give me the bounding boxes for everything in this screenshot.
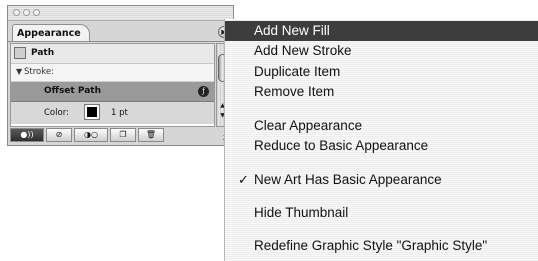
menu-item-duplicate-item[interactable]: Duplicate Item <box>225 62 538 82</box>
stroke-label: Stroke: <box>24 67 54 77</box>
disclosure-triangle-icon[interactable]: ▼ <box>16 67 22 76</box>
duplicate-item-button[interactable]: ❐ <box>110 128 136 142</box>
panel-titlebar[interactable] <box>8 6 233 21</box>
menu-item-new-art-basic-appearance[interactable]: ✓ New Art Has Basic Appearance <box>225 170 538 190</box>
clear-appearance-button[interactable]: ⊘ <box>46 128 72 142</box>
panel-toolbar: ●)) ⊘ ◑○ ❐ 🗑 <box>10 128 229 142</box>
reduce-basic-appearance-button[interactable]: ◑○ <box>74 128 108 142</box>
tab-appearance[interactable]: Appearance <box>12 24 90 42</box>
list-item-color[interactable]: Color: 1 pt <box>11 102 214 124</box>
list-item-stroke[interactable]: ▼ Stroke: <box>11 64 214 82</box>
list-item-offset-path[interactable]: Offset Path ƒ <box>11 82 214 102</box>
menu-item-clear-appearance[interactable]: Clear Appearance <box>225 116 538 136</box>
stroke-weight-value: 1 pt <box>111 108 128 118</box>
delete-item-icon: 🗑 <box>145 130 157 139</box>
appearance-flyout-menu: Add New Fill Add New Stroke Duplicate It… <box>224 19 538 261</box>
close-dot-icon[interactable] <box>13 9 20 16</box>
path-label: Path <box>31 48 55 58</box>
new-art-basic-appearance-button[interactable]: ●)) <box>10 128 44 142</box>
tab-divider <box>8 41 233 42</box>
menu-item-reduce-basic-appearance[interactable]: Reduce to Basic Appearance <box>225 136 538 156</box>
minimize-dot-icon[interactable] <box>23 9 30 16</box>
path-thumbnail-icon <box>14 47 26 59</box>
menu-item-add-new-fill[interactable]: Add New Fill <box>225 21 538 41</box>
menu-item-add-new-stroke[interactable]: Add New Stroke <box>225 41 538 61</box>
menu-item-remove-item[interactable]: Remove Item <box>225 82 538 102</box>
effect-fx-icon[interactable]: ƒ <box>198 86 209 97</box>
offset-path-label: Offset Path <box>44 86 101 96</box>
menu-item-redefine-graphic-style[interactable]: Redefine Graphic Style "Graphic Style" <box>225 236 538 256</box>
duplicate-item-icon: ❐ <box>119 130 127 139</box>
clear-appearance-icon: ⊘ <box>55 130 63 139</box>
new-art-basic-appearance-icon: ●)) <box>20 130 34 139</box>
menu-item-hide-thumbnail[interactable]: Hide Thumbnail <box>225 203 538 223</box>
reduce-basic-appearance-icon: ◑○ <box>84 130 98 139</box>
delete-item-button[interactable]: 🗑 <box>138 128 164 142</box>
appearance-panel: Appearance ▶ Path ▼ Stroke: Offset Path … <box>7 5 234 146</box>
checkmark-icon: ✓ <box>238 172 249 187</box>
stroke-color-swatch[interactable] <box>84 104 100 120</box>
zoom-dot-icon[interactable] <box>33 9 40 16</box>
appearance-list: Path ▼ Stroke: Offset Path ƒ Color: 1 pt <box>10 43 215 127</box>
menu-item-label: New Art Has Basic Appearance <box>254 172 442 187</box>
list-item-path[interactable]: Path <box>11 44 214 64</box>
color-label: Color: <box>44 108 69 118</box>
